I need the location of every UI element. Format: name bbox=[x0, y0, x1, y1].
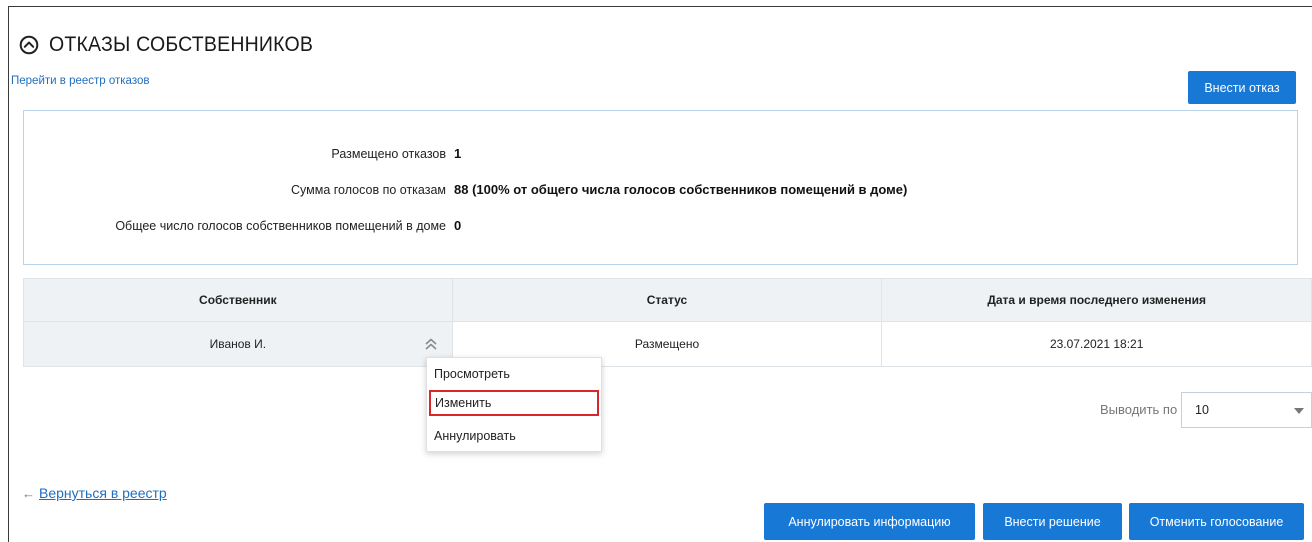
summary-total-votes-row: Общее число голосов собственников помеще… bbox=[24, 218, 461, 233]
placed-value: 1 bbox=[454, 146, 462, 161]
modified-cell: 23.07.2021 18:21 bbox=[881, 321, 1312, 367]
column-header-status[interactable]: Статус bbox=[451, 278, 883, 322]
back-to-registry[interactable]: ← Вернуться в реестр bbox=[22, 485, 167, 501]
per-page-select[interactable]: 10 bbox=[1181, 392, 1312, 428]
chevron-up-circle-icon[interactable] bbox=[19, 35, 39, 55]
votes-sum-label: Сумма голосов по отказам bbox=[291, 183, 446, 197]
table-row[interactable]: Иванов И. Размещено 23.07.2021 18:21 bbox=[23, 321, 1312, 367]
content-frame bbox=[8, 6, 1312, 542]
annul-information-button[interactable]: Аннулировать информацию bbox=[764, 503, 975, 540]
column-header-owner[interactable]: Собственник bbox=[23, 278, 453, 322]
owner-cell: Иванов И. bbox=[23, 321, 453, 367]
section-header[interactable]: ОТКАЗЫ СОБСТВЕННИКОВ bbox=[19, 33, 333, 57]
summary-panel: Размещено отказов 1 Сумма голосов по отк… bbox=[23, 110, 1298, 265]
table-header-row: Собственник Статус Дата и время последне… bbox=[23, 278, 1312, 322]
owner-name: Иванов И. bbox=[209, 337, 267, 351]
votes-sum-value: 88 (100% от общего числа голосов собстве… bbox=[454, 182, 908, 197]
refusals-registry-link[interactable]: Перейти в реестр отказов bbox=[11, 75, 149, 87]
dropdown-caret-icon bbox=[1294, 408, 1304, 414]
back-to-registry-link[interactable]: Вернуться в реестр bbox=[39, 485, 167, 501]
summary-votes-sum-row: Сумма голосов по отказам 88 (100% от общ… bbox=[24, 182, 907, 197]
row-actions-menu: Просмотреть Изменить Аннулировать bbox=[426, 357, 602, 452]
per-page-label: Выводить по bbox=[1100, 402, 1178, 417]
section-title: ОТКАЗЫ СОБСТВЕННИКОВ bbox=[49, 33, 314, 56]
menu-item-view[interactable]: Просмотреть bbox=[427, 361, 601, 387]
refusals-table: Собственник Статус Дата и время последне… bbox=[23, 278, 1312, 367]
add-refusal-button[interactable]: Внести отказ bbox=[1188, 71, 1296, 104]
total-votes-value: 0 bbox=[454, 218, 462, 233]
cancel-voting-button[interactable]: Отменить голосование bbox=[1129, 503, 1304, 540]
total-votes-label: Общее число голосов собственников помеще… bbox=[115, 219, 446, 233]
placed-label: Размещено отказов bbox=[331, 147, 446, 161]
arrow-left-icon: ← bbox=[22, 485, 35, 501]
column-header-modified[interactable]: Дата и время последнего изменения bbox=[881, 278, 1312, 322]
add-decision-button[interactable]: Внести решение bbox=[983, 503, 1122, 540]
menu-item-edit[interactable]: Изменить bbox=[429, 390, 599, 416]
per-page-value: 10 bbox=[1195, 403, 1209, 417]
menu-item-annul[interactable]: Аннулировать bbox=[427, 423, 601, 449]
summary-placed-row: Размещено отказов 1 bbox=[24, 146, 461, 161]
row-actions-chevron-icon[interactable] bbox=[424, 336, 438, 352]
